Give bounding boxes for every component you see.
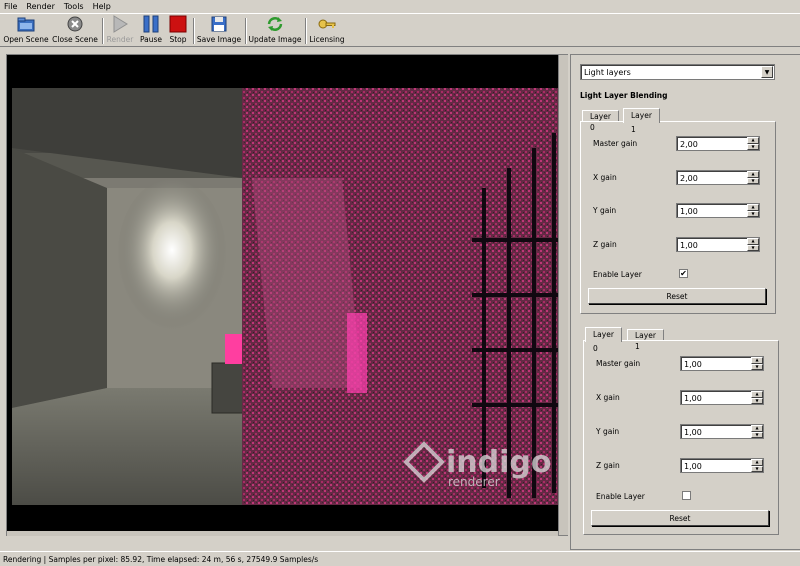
x-gain-label: X gain	[593, 173, 617, 182]
x-gain-input[interactable]: 2,00 ▲ ▼	[676, 170, 760, 185]
x-gain-label: X gain	[596, 393, 620, 402]
master-gain-input[interactable]: 1,00 ▲ ▼	[680, 356, 764, 371]
z-gain-label: Z gain	[593, 240, 617, 249]
chevron-down-icon[interactable]: ▼	[761, 66, 773, 78]
lower-tab-body: Master gain 1,00 ▲ ▼ X gain 1,00 ▲ ▼ Y gai…	[583, 340, 779, 535]
rendered-image: indigo renderer	[12, 88, 563, 505]
y-gain-label: Y gain	[593, 206, 617, 215]
menu-help[interactable]: Help	[93, 2, 111, 11]
z-gain-label: Z gain	[596, 461, 620, 470]
enable-layer-label: Enable Layer	[593, 270, 642, 279]
viewport-vertical-scrollbar[interactable]	[558, 55, 568, 535]
toolbar-separator	[102, 18, 104, 44]
toolbar-separator	[245, 18, 247, 44]
pause-icon	[143, 15, 159, 33]
menu-bar: File Render Tools Help	[0, 0, 800, 13]
master-gain-label: Master gain	[596, 359, 641, 368]
spin-down-icon[interactable]: ▼	[747, 210, 759, 217]
spin-down-icon[interactable]: ▼	[751, 397, 763, 404]
spin-down-icon[interactable]: ▼	[747, 143, 759, 150]
watermark-sub-text: renderer	[448, 475, 500, 489]
upper-tab-body: Master gain 2,00 ▲ ▼ X gain 2,00 ▲ ▼ Y gai…	[580, 121, 776, 314]
menu-render[interactable]: Render	[26, 2, 54, 11]
y-gain-label: Y gain	[596, 427, 620, 436]
toolbar: Open Scene Close Scene Render Pause Stop	[0, 13, 800, 47]
reset-button[interactable]: Reset	[591, 510, 769, 526]
render-button[interactable]: Render	[106, 15, 134, 47]
pause-button[interactable]: Pause	[139, 15, 163, 47]
menu-file[interactable]: File	[4, 2, 17, 11]
z-gain-input[interactable]: 1,00 ▲ ▼	[680, 458, 764, 473]
master-gain-label: Master gain	[593, 139, 638, 148]
z-gain-input[interactable]: 1,00 ▲ ▼	[676, 237, 760, 252]
key-icon	[318, 19, 336, 29]
view-mode-value: Light layers	[584, 68, 631, 77]
y-gain-input[interactable]: 1,00 ▲ ▼	[680, 424, 764, 439]
refresh-icon	[267, 17, 283, 31]
tab-layer-1[interactable]: Layer 1	[623, 108, 660, 134]
licensing-button[interactable]: Licensing	[309, 15, 345, 47]
master-gain-input[interactable]: 2,00 ▲ ▼	[676, 136, 760, 151]
play-icon	[113, 15, 128, 33]
update-image-button[interactable]: Update Image	[248, 15, 302, 47]
section-title: Light Layer Blending	[580, 91, 668, 100]
stop-icon	[169, 15, 187, 33]
status-bar: Rendering | Samples per pixel: 85.92, Ti…	[0, 551, 800, 566]
stop-button[interactable]: Stop	[167, 15, 189, 47]
spin-down-icon[interactable]: ▼	[751, 431, 763, 438]
menu-tools[interactable]: Tools	[64, 2, 84, 11]
save-image-button[interactable]: Save Image	[197, 15, 241, 47]
reset-button[interactable]: Reset	[588, 288, 766, 304]
viewport-horizontal-scrollbar[interactable]	[7, 531, 558, 536]
spin-down-icon[interactable]: ▼	[751, 465, 763, 472]
spin-down-icon[interactable]: ▼	[747, 177, 759, 184]
toolbar-separator	[305, 18, 307, 44]
open-scene-button[interactable]: Open Scene	[3, 15, 49, 47]
light-layers-panel: Light layers ▼ Light Layer Blending Laye…	[570, 54, 800, 550]
enable-layer-label: Enable Layer	[596, 492, 645, 501]
floppy-disk-icon	[211, 16, 227, 32]
render-viewport[interactable]: indigo renderer	[6, 54, 568, 536]
spin-down-icon[interactable]: ▼	[751, 363, 763, 370]
spin-down-icon[interactable]: ▼	[747, 244, 759, 251]
lower-layer-tabgroup: Layer 0 Layer 1 Master gain 1,00 ▲ ▼ X ga…	[583, 327, 779, 535]
toolbar-separator	[193, 18, 195, 44]
y-gain-input[interactable]: 1,00 ▲ ▼	[676, 203, 760, 218]
x-gain-input[interactable]: 1,00 ▲ ▼	[680, 390, 764, 405]
enable-layer-checkbox[interactable]	[682, 491, 691, 500]
close-icon	[67, 16, 83, 32]
view-mode-select[interactable]: Light layers ▼	[580, 64, 775, 80]
upper-layer-tabgroup: Layer 0 Layer 1 Master gain 2,00 ▲ ▼ X ga…	[580, 108, 776, 314]
close-scene-button[interactable]: Close Scene	[52, 15, 98, 47]
enable-layer-checkbox[interactable]: ✔	[679, 269, 688, 278]
folder-icon	[17, 17, 35, 32]
tab-layer-0[interactable]: Layer 0	[585, 327, 622, 353]
